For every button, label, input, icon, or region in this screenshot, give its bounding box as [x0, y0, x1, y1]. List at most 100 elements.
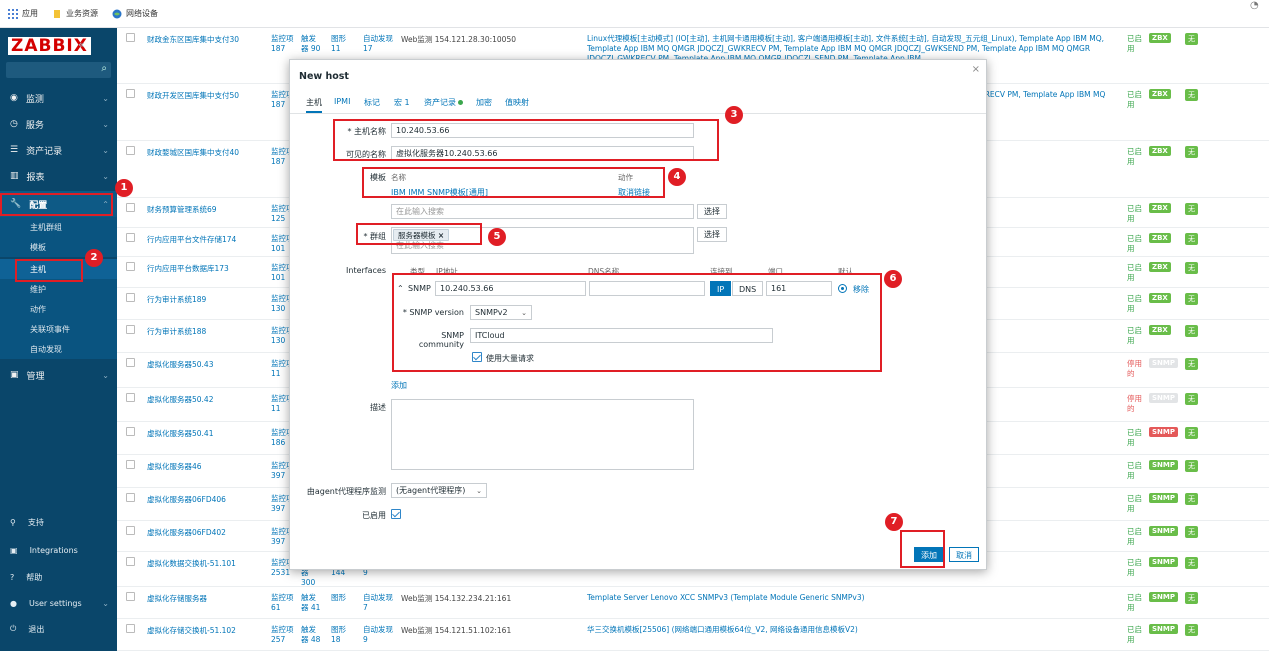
status-link[interactable]: 已启用 — [1127, 263, 1143, 283]
snmp-version-select[interactable]: SNMPv2 ⌄ — [470, 305, 532, 320]
row-checkbox[interactable] — [126, 592, 135, 601]
row-checkbox[interactable] — [126, 393, 135, 402]
host-name-link[interactable]: 虚拟化服务器46 — [147, 461, 267, 472]
snmp-community-input[interactable]: ITCloud — [470, 328, 773, 343]
bookmark-apps[interactable]: 应用 — [8, 8, 38, 19]
row-checkbox[interactable] — [126, 358, 135, 367]
discovery-link[interactable]: 自动发现 7 — [363, 593, 393, 613]
status-link[interactable]: 已启用 — [1127, 428, 1143, 448]
close-icon[interactable]: × — [972, 64, 980, 75]
host-name-link[interactable]: 虚拟化数据交换机-51.101 — [147, 558, 267, 569]
host-name-link[interactable]: 行内应用平台文件存储174 — [147, 234, 267, 245]
status-link[interactable]: 已启用 — [1127, 593, 1143, 613]
host-name-link[interactable]: 虚拟化服务器50.43 — [147, 359, 267, 370]
row-checkbox[interactable] — [126, 526, 135, 535]
discovery-link[interactable]: 自动发现 17 — [363, 34, 393, 54]
host-name-link[interactable]: 虚拟化服务器50.42 — [147, 394, 267, 405]
tab-inventory[interactable]: 资产记录 — [424, 97, 463, 108]
status-link[interactable]: 已启用 — [1127, 204, 1143, 224]
row-checkbox[interactable] — [126, 89, 135, 98]
row-checkbox[interactable] — [126, 460, 135, 469]
nav-integrations[interactable]: ▣ Integrations — [0, 537, 117, 563]
row-checkbox[interactable] — [126, 493, 135, 502]
status-link[interactable]: 已启用 — [1127, 494, 1143, 514]
bulk-requests-checkbox[interactable] — [472, 352, 482, 362]
nav-configuration[interactable]: 🔧 配置 ⌃ — [0, 191, 117, 217]
row-checkbox[interactable] — [126, 293, 135, 302]
status-link[interactable]: 已启用 — [1127, 34, 1143, 54]
host-name-link[interactable]: 财政金东区国库集中支付30 — [147, 34, 267, 45]
status-link[interactable]: 已启用 — [1127, 326, 1143, 346]
row-checkbox[interactable] — [126, 624, 135, 633]
tab-encryption[interactable]: 加密 — [476, 97, 492, 108]
items-link[interactable]: 监控项 61 — [271, 593, 299, 613]
status-link[interactable]: 已启用 — [1127, 147, 1143, 167]
row-checkbox[interactable] — [126, 325, 135, 334]
host-name-link[interactable]: 虚拟化服务器06FD406 — [147, 494, 267, 505]
triggers-link[interactable]: 触发器 90 — [301, 34, 321, 54]
bookmark-network[interactable]: 网络设备 — [112, 8, 158, 19]
connect-ip-button[interactable]: IP — [710, 281, 732, 296]
subnav-event-correlation[interactable]: 关联项事件 — [0, 319, 117, 339]
visible-name-input[interactable]: 虚拟化服务器10.240.53.66 — [391, 146, 694, 161]
host-name-link[interactable]: 虚拟化服务器50.41 — [147, 428, 267, 439]
nav-monitoring[interactable]: ◉ 监测 ⌄ — [0, 85, 117, 111]
status-link[interactable]: 已启用 — [1127, 294, 1143, 314]
group-chip[interactable]: 服务器模板 × — [393, 229, 450, 241]
subnav-actions[interactable]: 动作 — [0, 299, 117, 319]
host-name-link[interactable]: 财政婺城区国库集中支付40 — [147, 147, 267, 158]
group-select-button[interactable]: 选择 — [697, 227, 727, 242]
row-checkbox[interactable] — [126, 427, 135, 436]
items-link[interactable]: 监控项 187 — [271, 34, 299, 54]
host-name-link[interactable]: 财务预算管理系统69 — [147, 204, 267, 215]
nav-support[interactable]: ⚲ 支持 — [0, 509, 117, 535]
tab-macros[interactable]: 宏 1 — [394, 97, 410, 108]
status-link[interactable]: 停用的 — [1127, 359, 1143, 379]
graphs-link[interactable]: 图形 11 — [331, 34, 351, 54]
status-link[interactable]: 已启用 — [1127, 461, 1143, 481]
linked-template-link[interactable]: IBM IMM SNMP模板[通用] — [391, 187, 488, 198]
template-select-button[interactable]: 选择 — [697, 204, 727, 219]
triggers-link[interactable]: 触发器 48 — [301, 625, 321, 645]
status-link[interactable]: 已启用 — [1127, 625, 1143, 645]
subnav-host-groups[interactable]: 主机群组 — [0, 217, 117, 237]
host-name-link[interactable]: 行为审计系统188 — [147, 326, 267, 337]
nav-services[interactable]: ◷ 服务 ⌄ — [0, 111, 117, 137]
interface-port-input[interactable]: 161 — [766, 281, 832, 296]
nav-user-settings[interactable]: ● User settings ⌄ — [0, 590, 117, 616]
row-checkbox[interactable] — [126, 203, 135, 212]
status-link[interactable]: 已启用 — [1127, 527, 1143, 547]
triggers-link[interactable]: 触发器 41 — [301, 593, 321, 613]
status-link[interactable]: 已启用 — [1127, 558, 1143, 578]
interface-ip-input[interactable]: 10.240.53.66 — [435, 281, 586, 296]
tab-ipmi[interactable]: IPMI — [334, 97, 350, 106]
status-link[interactable]: 已启用 — [1127, 234, 1143, 254]
host-name-link[interactable]: 行内应用平台数据库173 — [147, 263, 267, 274]
proxy-select[interactable]: (无agent代理程序) ⌄ — [391, 483, 487, 498]
host-name-link[interactable]: 行为审计系统189 — [147, 294, 267, 305]
tab-value-mapping[interactable]: 值映射 — [505, 97, 529, 108]
nav-administration[interactable]: ▣ 管理 ⌄ — [0, 362, 117, 388]
template-search-input[interactable]: 在此输入搜索 — [391, 204, 694, 219]
row-checkbox[interactable] — [126, 146, 135, 155]
interface-dns-input[interactable] — [589, 281, 705, 296]
row-checkbox[interactable] — [126, 262, 135, 271]
remove-interface-link[interactable]: 移除 — [853, 284, 869, 295]
unlink-template-link[interactable]: 取消链接 — [618, 187, 650, 198]
host-name-link[interactable]: 财政开发区国库集中支付50 — [147, 90, 267, 101]
default-interface-radio[interactable] — [838, 284, 847, 293]
items-link[interactable]: 监控项 257 — [271, 625, 299, 645]
row-checkbox[interactable] — [126, 33, 135, 42]
status-link[interactable]: 已启用 — [1127, 90, 1143, 110]
profile-icon[interactable]: ◔ — [1250, 0, 1269, 11]
remove-chip-icon[interactable]: × — [438, 231, 444, 240]
nav-help[interactable]: ? 帮助 — [0, 564, 117, 590]
host-name-link[interactable]: 虚拟化服务器06FD402 — [147, 527, 267, 538]
tab-tags[interactable]: 标记 — [364, 97, 380, 108]
nav-inventory[interactable]: ☰ 资产记录 ⌄ — [0, 137, 117, 163]
collapse-sidebar-icon[interactable]: « — [78, 38, 85, 51]
graphs-link[interactable]: 图形 18 — [331, 625, 351, 645]
discovery-link[interactable]: 自动发现 9 — [363, 625, 393, 645]
add-button[interactable]: 添加 — [914, 547, 944, 562]
host-name-input[interactable]: 10.240.53.66 — [391, 123, 694, 138]
